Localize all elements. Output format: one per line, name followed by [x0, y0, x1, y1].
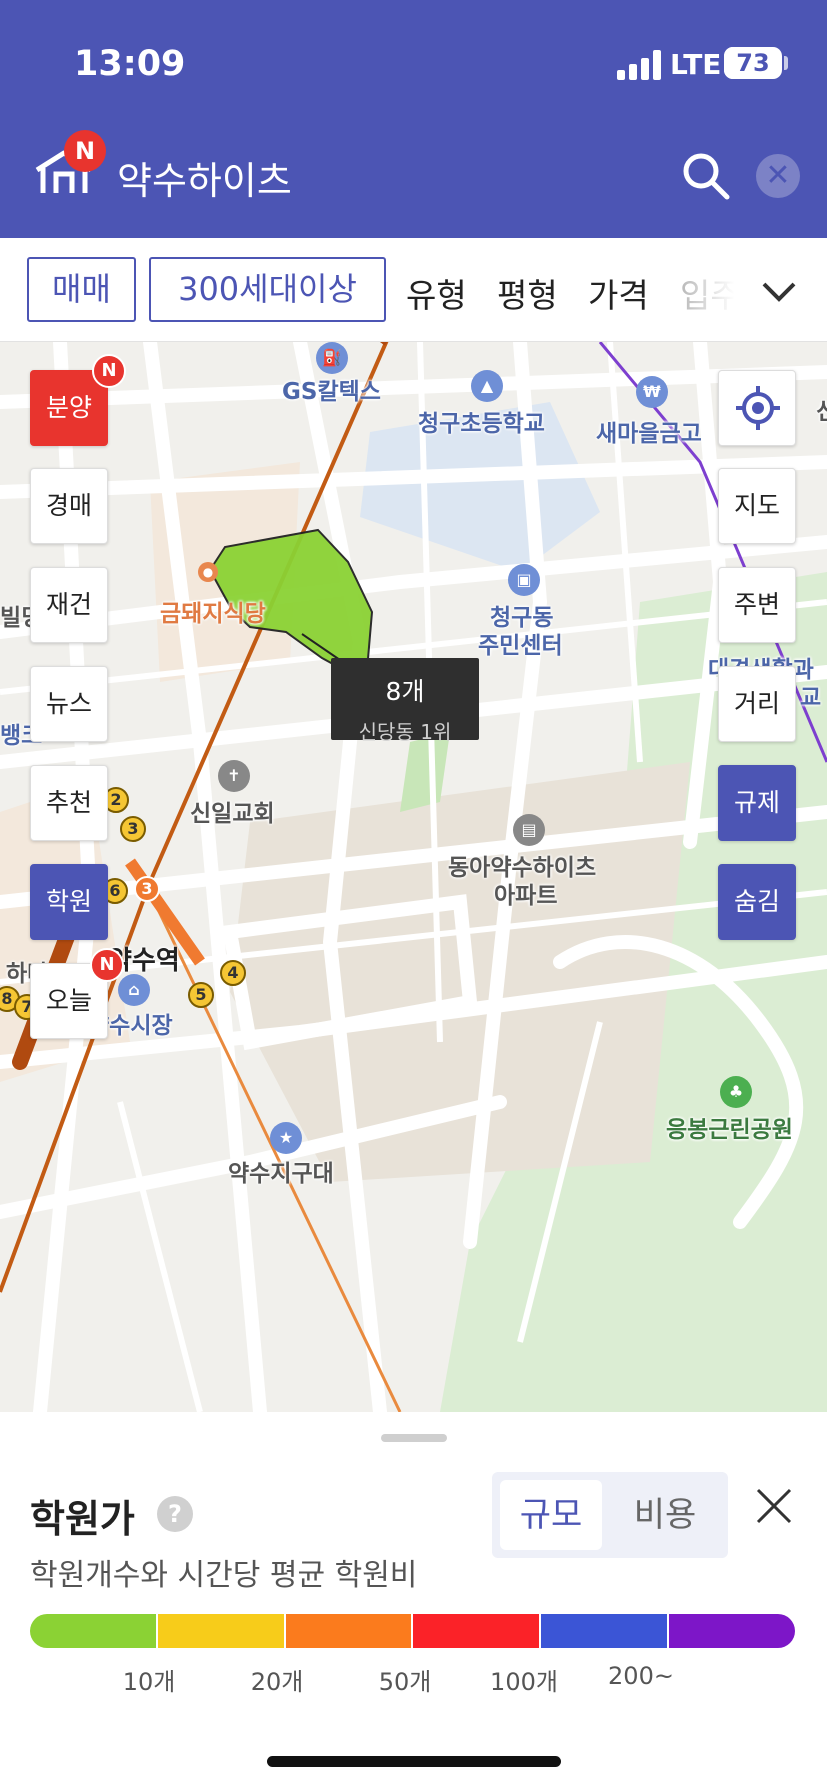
new-badge: N	[90, 948, 124, 982]
toggle-size[interactable]: 규모	[500, 1480, 602, 1550]
side-button-regulation[interactable]: 규제	[718, 765, 796, 841]
legend-color-segment	[155, 1614, 284, 1648]
legend-color-segment	[539, 1614, 668, 1648]
side-button-auction[interactable]: 경매	[30, 468, 108, 544]
my-location-button[interactable]	[718, 370, 796, 446]
battery-tip	[784, 56, 788, 70]
filter-fade	[682, 258, 752, 318]
sheet-title: 학원가	[30, 1497, 135, 1541]
map-label-apartment-suffix: 아파트	[494, 883, 558, 909]
legend-color-segment	[283, 1614, 412, 1648]
map-label-right-partial: 신	[816, 399, 827, 425]
filter-area[interactable]: 평형	[497, 269, 558, 317]
battery-percent: 73	[736, 49, 770, 77]
bank-icon: ₩	[636, 376, 668, 408]
legend-label: 100개	[490, 1668, 558, 1696]
school-icon: ▲	[471, 370, 503, 402]
search-icon[interactable]	[680, 150, 732, 202]
legend-label: 20개	[250, 1668, 304, 1696]
page-title: 약수하이츠	[117, 159, 292, 203]
legend-label: 10개	[122, 1668, 176, 1696]
side-button-nearby[interactable]: 주변	[718, 567, 796, 643]
map-label-park: 응봉근린공원	[666, 1117, 793, 1143]
chevron-down-icon[interactable]	[754, 266, 804, 316]
target-icon	[736, 386, 780, 430]
filter-chip-households[interactable]: 300세대이상	[149, 257, 386, 322]
side-button-hide[interactable]: 숨김	[718, 864, 796, 940]
sheet-description: 학원개수와 시간당 평균 학원비	[30, 1558, 418, 1593]
station-exit-number: 4	[220, 960, 246, 986]
status-time: 13:09	[74, 44, 186, 84]
filter-price[interactable]: 가격	[588, 269, 649, 317]
map-label-restaurant: 금돼지식당	[160, 601, 266, 627]
legend-color-segment	[30, 1614, 156, 1648]
battery-icon: 73	[724, 47, 782, 79]
legend-label: 50개	[378, 1668, 432, 1696]
filter-chip-sale[interactable]: 매매	[27, 257, 136, 322]
toggle-cost[interactable]: 비용	[614, 1480, 716, 1550]
legend-color-segment	[667, 1614, 795, 1648]
signal-icon	[617, 50, 661, 80]
restaurant-icon: ●	[198, 562, 218, 582]
academy-count: 8개	[385, 677, 425, 706]
gas-station-icon: ⛽	[316, 342, 348, 374]
academy-bottom-sheet: 학원가 ? 규모 비용 학원개수와 시간당 평균 학원비 10개 20개 50개…	[0, 1412, 827, 1788]
church-icon: ✝	[218, 760, 250, 792]
map-view[interactable]: ⛽ ▲ ₩ ▣ ✝ ▤ ⌂ ★ ♣ ● GS칼텍스 청구초등학교 새마을금고 빌…	[0, 342, 827, 1412]
side-button-reconstruction[interactable]: 재건	[30, 567, 108, 643]
new-badge: N	[64, 130, 106, 172]
metric-toggle: 규모 비용	[492, 1472, 728, 1558]
side-button-map[interactable]: 지도	[718, 468, 796, 544]
map-label-bank: 새마을금고	[596, 421, 702, 447]
side-button-academy[interactable]: 학원	[30, 864, 108, 940]
clear-search-button[interactable]: ✕	[756, 154, 800, 198]
map-label-community-center: 주민센터	[478, 633, 563, 659]
sheet-drag-handle[interactable]	[381, 1434, 447, 1442]
side-button-recommend[interactable]: 추천	[30, 765, 108, 841]
map-base	[0, 342, 827, 1412]
market-icon: ⌂	[118, 974, 150, 1006]
side-button-news[interactable]: 뉴스	[30, 666, 108, 742]
network-type: LTE	[670, 48, 722, 81]
map-label-gs: GS칼텍스	[282, 379, 381, 405]
help-icon[interactable]: ?	[157, 1496, 193, 1532]
station-exit-number: 3	[134, 876, 160, 902]
home-indicator	[267, 1756, 561, 1767]
map-label-police: 약수지구대	[228, 1161, 334, 1187]
map-label-school: 청구초등학교	[418, 411, 545, 437]
side-button-distance[interactable]: 거리	[718, 666, 796, 742]
app-header: 13:09 LTE 73 N 약수하이츠 ✕	[0, 0, 827, 238]
close-icon[interactable]	[752, 1484, 796, 1528]
park-icon: ♣	[720, 1076, 752, 1108]
new-badge: N	[92, 354, 126, 388]
filter-bar: 매매 300세대이상 유형 평형 가격 입주	[0, 238, 827, 342]
legend-color-bar	[30, 1614, 795, 1648]
community-center-icon: ▣	[508, 564, 540, 596]
police-icon: ★	[270, 1122, 302, 1154]
filter-type[interactable]: 유형	[406, 269, 467, 317]
academy-area-tooltip[interactable]: 8개 신당동 1위	[331, 658, 479, 744]
apartment-icon: ▤	[513, 814, 545, 846]
station-exit-number: 3	[120, 816, 146, 842]
academy-rank: 신당동 1위	[358, 720, 452, 744]
legend-label: 200~	[608, 1662, 674, 1690]
map-label-church: 신일교회	[190, 801, 275, 827]
legend-color-segment	[411, 1614, 540, 1648]
map-label-welfare2: 교	[800, 685, 822, 711]
station-exit-number: 5	[188, 982, 214, 1008]
